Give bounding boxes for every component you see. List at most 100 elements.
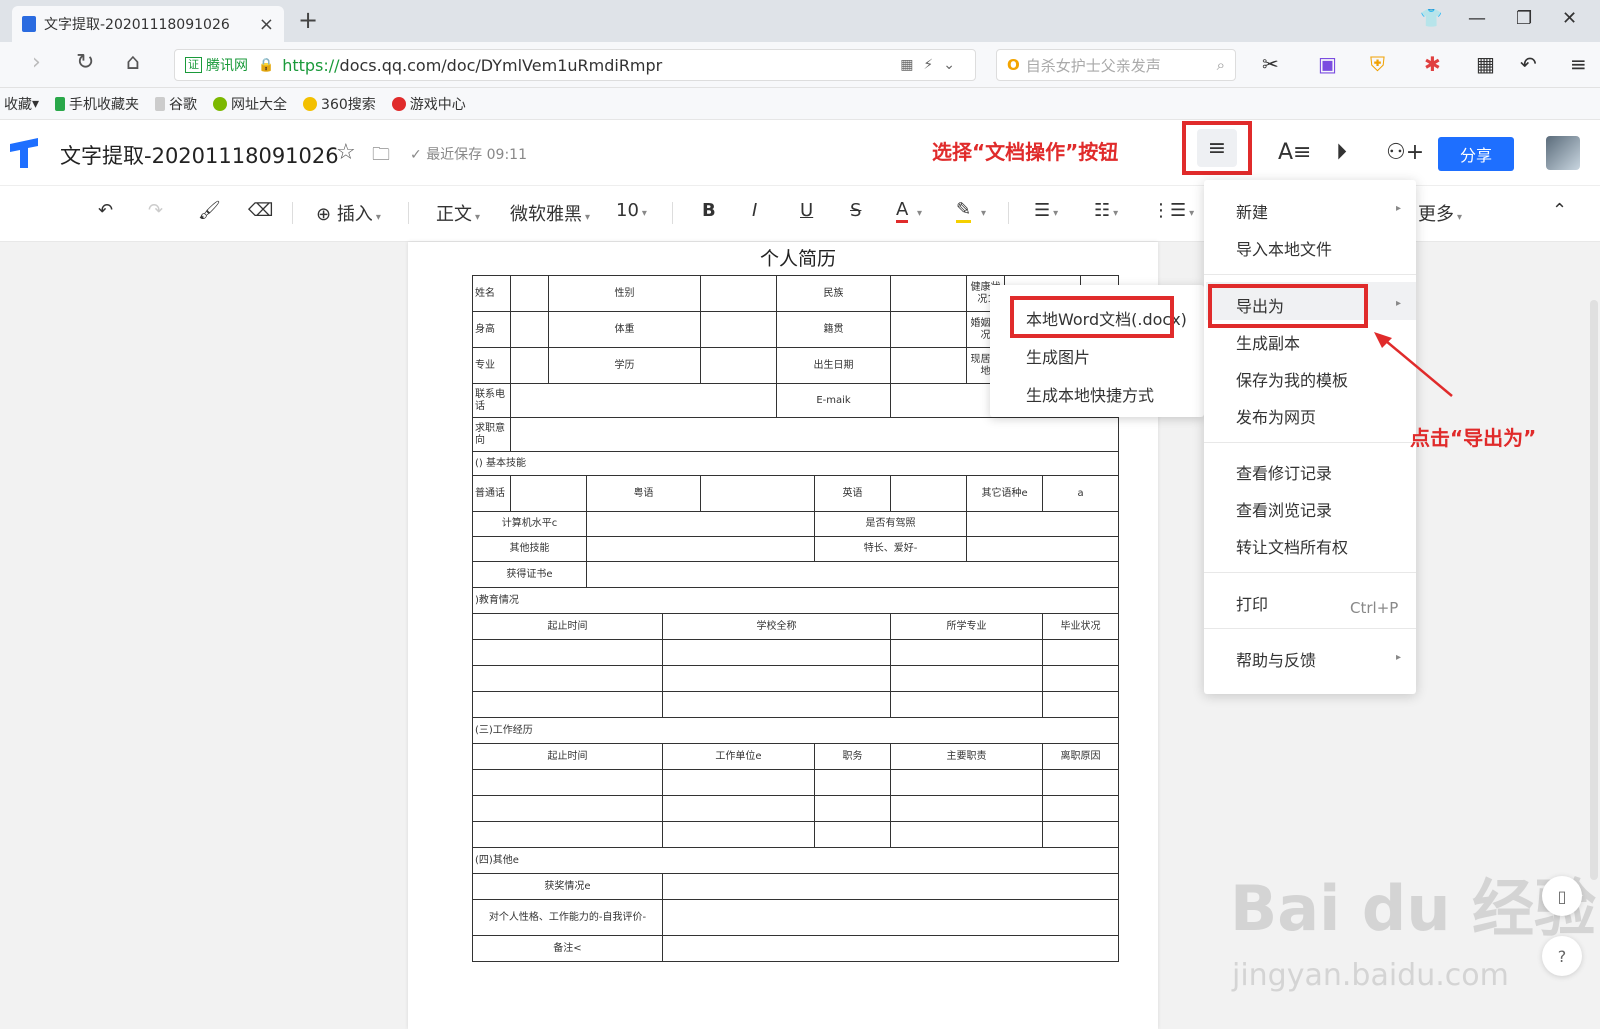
paragraph-style-select[interactable]: 正文 ▾ xyxy=(436,200,480,226)
close-window-button[interactable]: ✕ xyxy=(1562,8,1577,29)
bookmark-favorites[interactable]: 收藏 ▾ xyxy=(4,94,39,114)
menu-item-revisions[interactable]: 查看修订记录 xyxy=(1236,460,1332,484)
underline-icon[interactable]: U xyxy=(800,200,813,221)
italic-icon[interactable]: I xyxy=(752,200,757,221)
cell xyxy=(700,275,778,312)
eraser-icon[interactable]: ⌫ xyxy=(248,200,273,221)
star-icon[interactable]: ☆ xyxy=(336,140,356,165)
doc-title[interactable]: 文字提取-20201118091026 xyxy=(60,140,339,170)
highlight-dropdown[interactable]: ▾ xyxy=(978,200,986,221)
bold-icon[interactable]: B xyxy=(702,200,716,221)
add-user-icon[interactable]: ⚇+ xyxy=(1386,140,1424,165)
format-painter-icon[interactable]: 🖌 xyxy=(198,200,221,221)
cell: 体重 xyxy=(547,311,702,348)
close-tab-icon[interactable]: × xyxy=(259,14,274,35)
search-engine-icon: O xyxy=(1007,56,1020,74)
tencent-docs-logo-icon[interactable] xyxy=(8,136,40,170)
minimize-button[interactable]: — xyxy=(1468,8,1486,29)
numbered-list-icon[interactable]: ⋮☰ ▾ xyxy=(1152,200,1194,221)
more-menu[interactable]: 更多 ▾ xyxy=(1418,200,1462,226)
cell: 学历 xyxy=(547,347,702,384)
cell: 起止时间 xyxy=(472,743,663,770)
table-row: () 基本技能 xyxy=(471,451,1120,476)
menu-item-new[interactable]: 新建 xyxy=(1236,199,1268,223)
menu-item-import[interactable]: 导入本地文件 xyxy=(1236,236,1332,260)
bookmark-games[interactable]: 游戏中心 xyxy=(391,94,466,114)
share-button[interactable]: 分享 xyxy=(1438,137,1514,171)
menu-item-views[interactable]: 查看浏览记录 xyxy=(1236,497,1332,521)
menu-item-template[interactable]: 保存为我的模板 xyxy=(1236,367,1348,391)
cell xyxy=(700,347,778,384)
undo-icon[interactable]: ↶ xyxy=(98,200,113,221)
cell: 是否有驾照 xyxy=(814,511,968,537)
collapse-toolbar-icon[interactable]: ⌃ xyxy=(1552,200,1567,221)
table-row xyxy=(472,639,1120,666)
skin-icon[interactable]: 👕 xyxy=(1420,8,1442,29)
shield-icon[interactable]: ⛨ xyxy=(1370,52,1385,76)
help-icon[interactable]: ? xyxy=(1542,936,1582,976)
chevron-right-icon: ▸ xyxy=(1396,298,1402,309)
text-format-icon[interactable]: A≡ xyxy=(1278,140,1311,165)
scrollbar[interactable] xyxy=(1590,300,1598,880)
strikethrough-icon[interactable]: S xyxy=(850,200,861,221)
tablet-icon[interactable]: ▯ xyxy=(1542,876,1582,916)
menu-item-publish[interactable]: 发布为网页 xyxy=(1236,404,1316,428)
game-icon[interactable]: ✱ xyxy=(1424,52,1441,76)
export-shortcut[interactable]: 生成本地快捷方式 xyxy=(1026,382,1154,406)
search-icon[interactable]: ⌕ xyxy=(1217,56,1225,74)
divider xyxy=(1008,202,1009,224)
grid-icon[interactable]: ▦ xyxy=(1476,52,1495,76)
menu-item-help[interactable]: 帮助与反馈 xyxy=(1236,647,1316,671)
url-path: docs.qq.com/doc/DYmlVem1uRmdiRmpr xyxy=(339,55,663,75)
cell: 计算机水平c xyxy=(472,511,587,537)
cell: 英语 xyxy=(814,475,892,512)
folder-icon[interactable]: 🗀 xyxy=(372,142,390,172)
font-color-dropdown[interactable]: ▾ xyxy=(914,200,922,221)
cell xyxy=(890,347,968,384)
font-select[interactable]: 微软雅黑 ▾ xyxy=(510,200,590,226)
cell: 对个人性格、工作能力的-自我评价- xyxy=(472,899,663,936)
lock-icon: 🔒 xyxy=(258,57,275,73)
cell: 联系电话 xyxy=(472,383,511,418)
browser-tab[interactable]: 文字提取-20201118091026 × xyxy=(12,6,284,42)
redo-icon[interactable]: ↷ xyxy=(148,200,163,221)
export-image[interactable]: 生成图片 xyxy=(1026,344,1090,368)
font-size-select[interactable]: 10 ▾ xyxy=(616,200,647,221)
bookmark-360[interactable]: 360搜索 xyxy=(303,94,376,114)
address-bar[interactable]: 证 腾讯网 🔒 https://docs.qq.com/doc/DYmlVem1… xyxy=(174,49,976,81)
cell: 特长、爱好- xyxy=(814,536,968,562)
align-icon[interactable]: ☰ ▾ xyxy=(1034,200,1058,221)
cert-name: 腾讯网 xyxy=(206,58,248,74)
doc-menu-button[interactable]: ≡ xyxy=(1182,121,1252,175)
maximize-button[interactable]: ❐ xyxy=(1516,8,1532,29)
cell: 职务 xyxy=(814,743,892,770)
undo-history-icon[interactable]: ↶ xyxy=(1520,52,1537,76)
browser-menu-icon[interactable]: ≡ xyxy=(1570,52,1587,76)
address-tools-icon[interactable]: ▦⚡⌄ xyxy=(900,57,965,73)
cell: 其他技能 xyxy=(472,536,587,562)
table-row xyxy=(472,821,1120,848)
menu-item-copy[interactable]: 生成副本 xyxy=(1236,330,1300,354)
insert-menu[interactable]: ⊕ 插入 ▾ xyxy=(316,200,381,226)
translate-icon[interactable]: ▣ xyxy=(1318,52,1337,76)
menu-item-transfer[interactable]: 转让文档所有权 xyxy=(1236,534,1348,558)
cell: 毕业状况 xyxy=(1042,613,1120,640)
avatar[interactable] xyxy=(1546,136,1580,170)
forward-icon[interactable]: › xyxy=(32,50,41,75)
bookmark-sites[interactable]: 网址大全 xyxy=(213,94,287,114)
home-icon[interactable]: ⌂ xyxy=(126,50,140,75)
bookmark-mobile[interactable]: 手机收藏夹 xyxy=(55,94,139,114)
bullet-list-icon[interactable]: ☷ ▾ xyxy=(1094,200,1118,221)
menu-item-print[interactable]: 打印 xyxy=(1236,591,1268,615)
reload-icon[interactable]: ↻ xyxy=(76,50,94,75)
font-color-icon[interactable]: A xyxy=(896,200,909,223)
cell: 性别 xyxy=(547,275,702,312)
table-row: 获得证书e xyxy=(472,561,1120,588)
new-tab-button[interactable]: + xyxy=(298,6,318,34)
play-icon[interactable]: ⏵ xyxy=(1336,140,1347,165)
scissors-icon[interactable]: ✂ xyxy=(1262,52,1279,76)
search-box[interactable]: O 自杀女护士父亲发声 ⌕ xyxy=(996,49,1236,81)
highlight-icon[interactable]: ✎ xyxy=(956,200,972,223)
table-row: 计算机水平c 是否有驾照 xyxy=(472,511,1120,537)
bookmark-google[interactable]: 谷歌 xyxy=(155,94,197,114)
